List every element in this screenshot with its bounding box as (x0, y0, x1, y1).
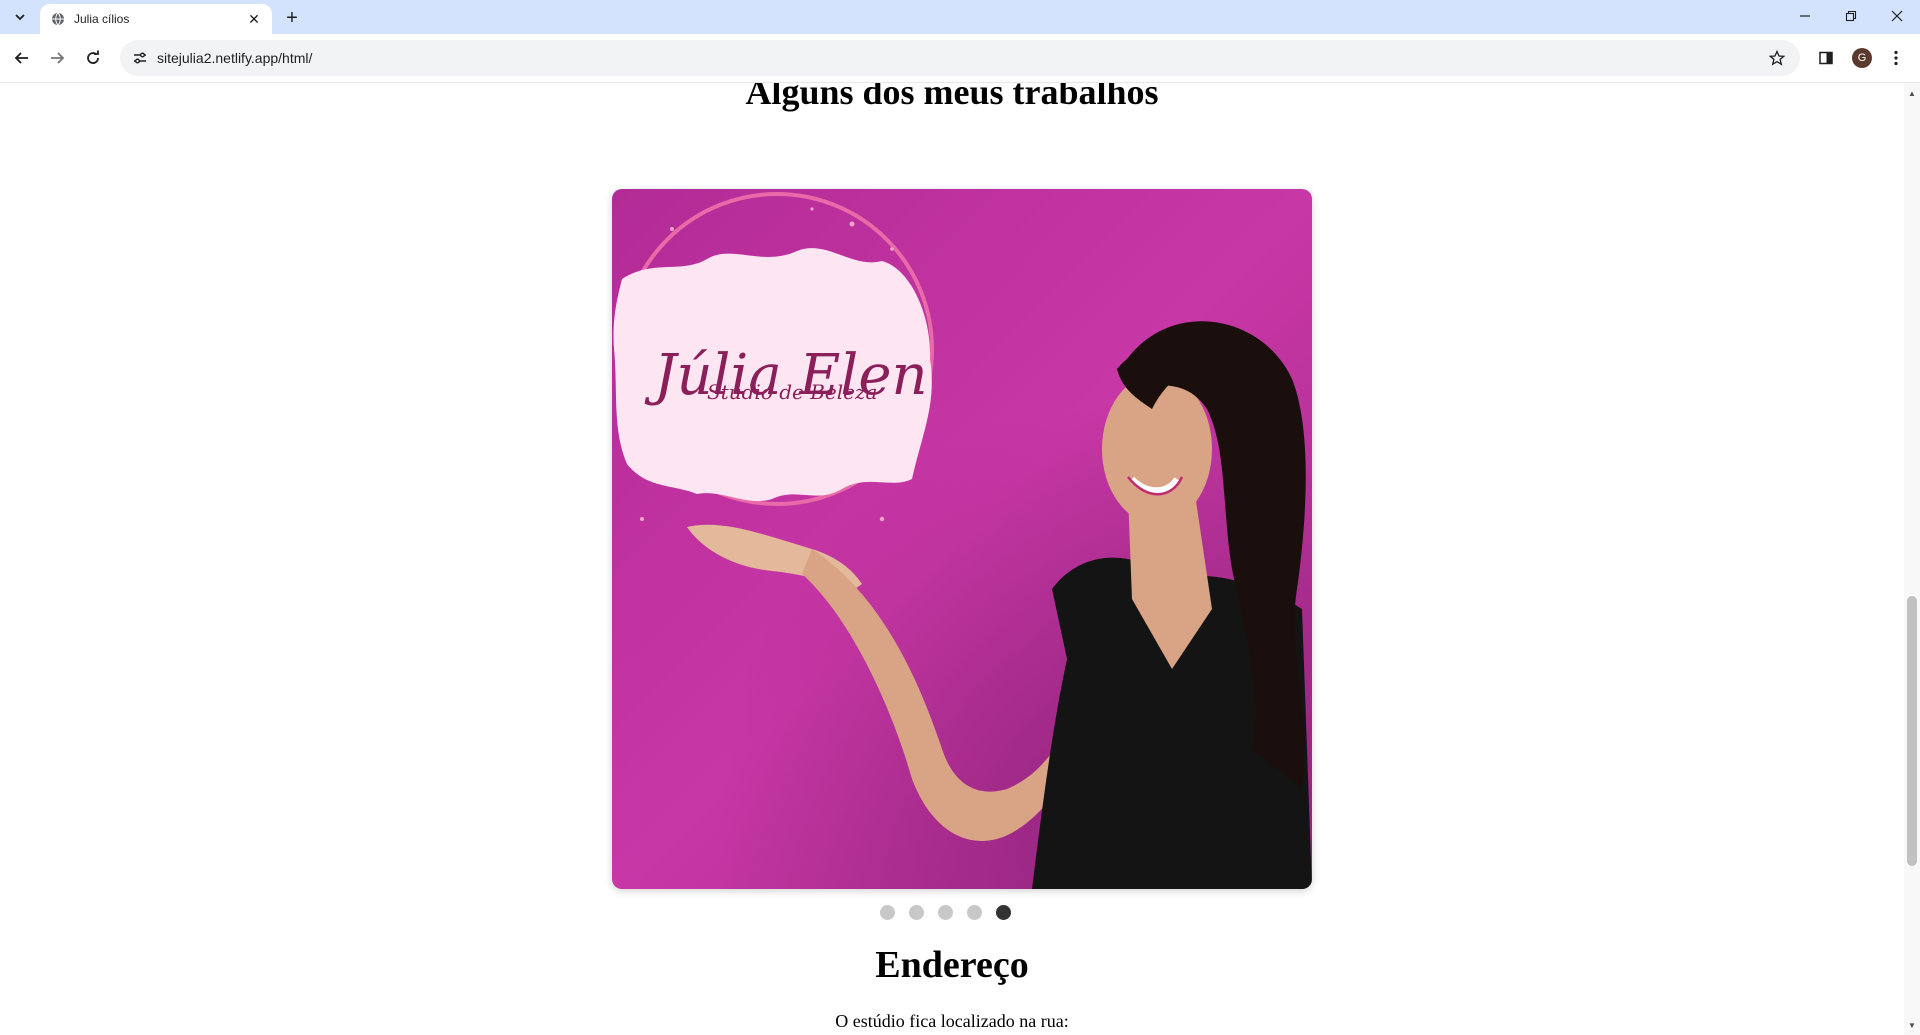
reload-button[interactable] (79, 44, 107, 72)
carousel-dot-1[interactable] (880, 905, 895, 920)
globe-icon (50, 11, 66, 27)
carousel-dots (880, 905, 1011, 921)
arrow-left-icon (14, 52, 28, 64)
avatar: G (1852, 48, 1872, 68)
scroll-up-arrow-icon[interactable]: ▲ (1904, 85, 1920, 101)
reload-icon (87, 50, 99, 64)
page-viewport: Alguns dos meus trabalhos Júlia Elen Stu… (0, 83, 1904, 1035)
menu-button[interactable] (1882, 44, 1910, 72)
close-tab-icon[interactable]: ✕ (244, 9, 264, 29)
tab-title: Julia cílios (74, 12, 130, 26)
address-bar[interactable]: sitejulia2.netlify.app/html/ (120, 40, 1800, 76)
tab-search-button[interactable] (6, 5, 34, 29)
browser-toolbar: sitejulia2.netlify.app/html/ G (0, 34, 1920, 83)
back-button[interactable] (8, 44, 36, 72)
logo-subtitle: Studio de Beleza (707, 380, 877, 404)
chevron-down-icon (15, 14, 25, 21)
restore-button[interactable] (1828, 0, 1874, 32)
tab-strip: Julia cílios ✕ + (0, 0, 1920, 34)
carousel-slide-image[interactable]: Júlia Elen Studio de Beleza (612, 189, 1312, 889)
close-icon (1891, 10, 1903, 22)
minimize-icon (1800, 15, 1810, 17)
close-window-button[interactable] (1874, 0, 1920, 32)
active-tab[interactable]: Julia cílios ✕ (40, 4, 272, 34)
carousel-dot-2[interactable] (909, 905, 924, 920)
minimize-button[interactable] (1782, 0, 1828, 32)
carousel-dot-4[interactable] (967, 905, 982, 920)
side-panel-button[interactable] (1812, 44, 1840, 72)
address-intro-text: O estúdio fica localizado na rua: (835, 1011, 1069, 1031)
carousel-dot-3[interactable] (938, 905, 953, 920)
address-heading: Endereço (875, 944, 1029, 986)
forward-button[interactable] (43, 44, 71, 72)
scrollbar-thumb[interactable] (1907, 596, 1917, 866)
new-tab-button[interactable]: + (280, 6, 304, 30)
arrow-right-icon (51, 52, 65, 64)
more-vert-icon (1894, 50, 1898, 66)
works-heading: Alguns dos meus trabalhos (745, 83, 1159, 112)
site-info-icon[interactable] (130, 48, 150, 68)
vertical-scrollbar[interactable]: ▲ ▼ (1904, 83, 1920, 1035)
url-text: sitejulia2.netlify.app/html/ (157, 50, 313, 66)
restore-icon (1845, 10, 1857, 22)
bookmark-star-icon[interactable] (1766, 47, 1788, 69)
carousel-dot-5-active[interactable] (996, 905, 1011, 920)
side-panel-icon (1819, 51, 1833, 65)
profile-button[interactable]: G (1848, 44, 1876, 72)
scroll-down-arrow-icon[interactable]: ▼ (1904, 1017, 1920, 1033)
